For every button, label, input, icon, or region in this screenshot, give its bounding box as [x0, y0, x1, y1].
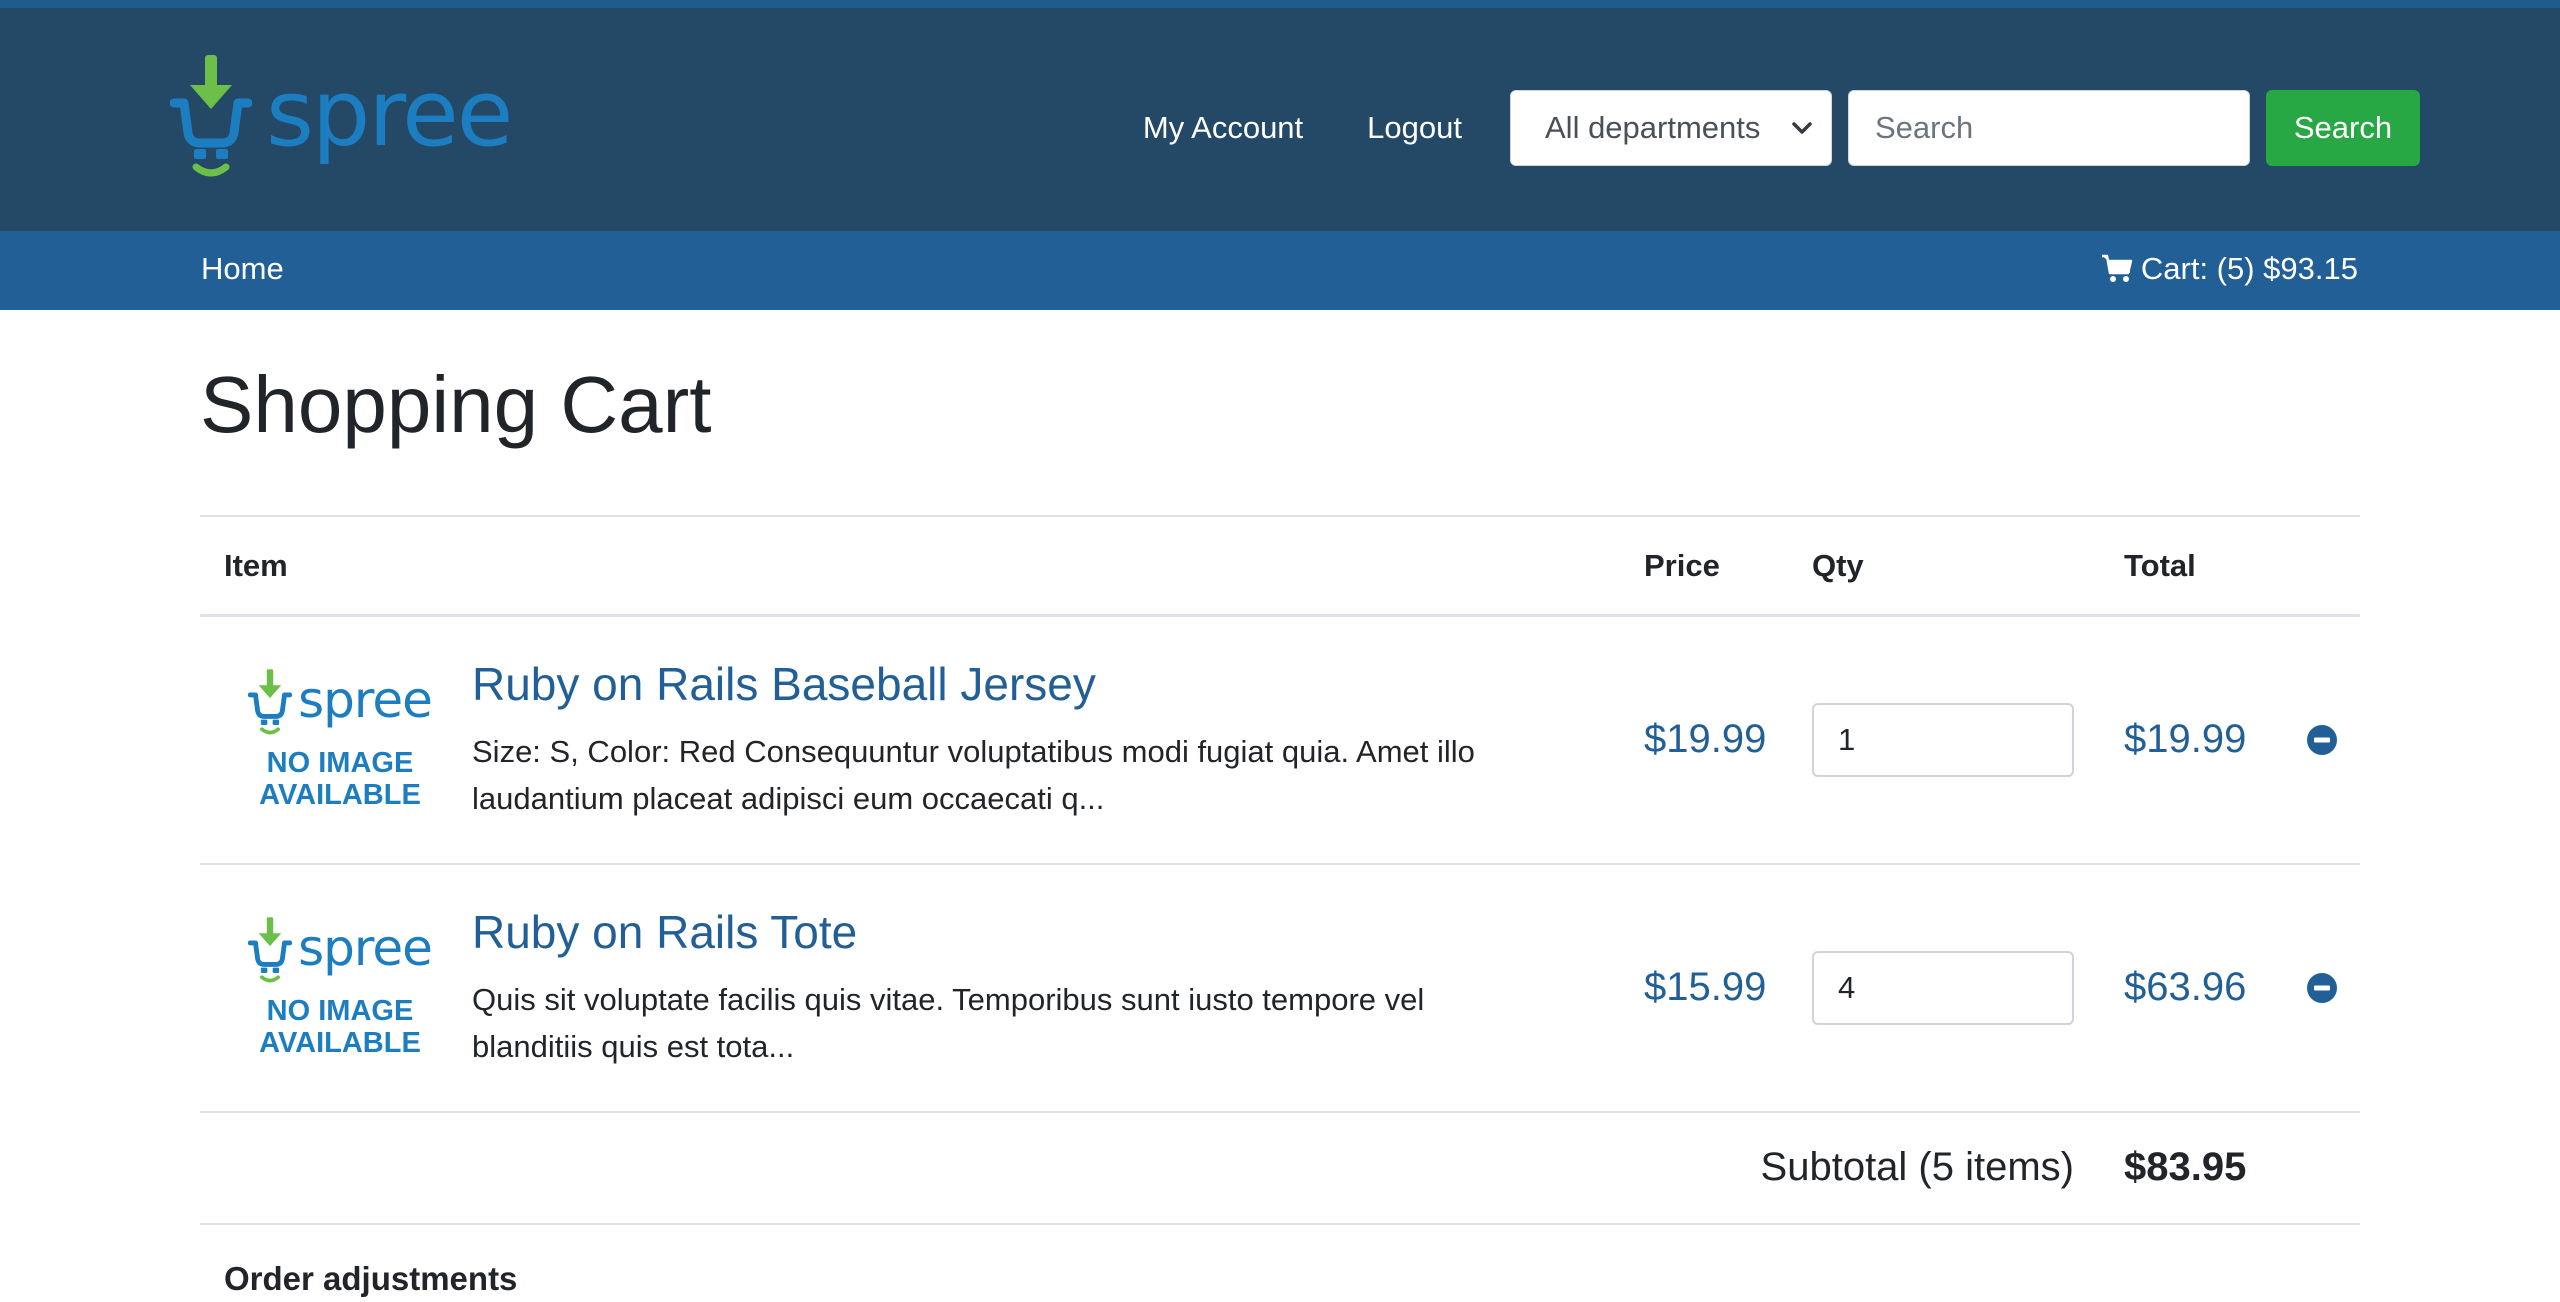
column-header-remove — [2306, 515, 2360, 617]
chevron-down-icon — [1792, 122, 1812, 134]
line-total: $63.96 — [2124, 965, 2247, 1009]
subtotal-value: $83.95 — [2124, 1111, 2306, 1225]
cart-table-header: Item Price Qty Total — [200, 515, 2360, 617]
shopping-cart-icon — [2101, 254, 2133, 282]
unit-price: $15.99 — [1644, 965, 1767, 1009]
cart-table: Item Price Qty Total spree NO IMAGE AVAI… — [200, 515, 2360, 1225]
column-header-qty: Qty — [1812, 515, 2124, 617]
product-description: Size: S, Color: Red Consequuntur volupta… — [472, 734, 1475, 816]
logout-link[interactable]: Logout — [1367, 110, 1462, 146]
spree-logo-icon — [170, 55, 252, 177]
placeholder-brand-text: spree — [298, 670, 433, 729]
product-image-placeholder[interactable]: spree NO IMAGE AVAILABLE — [228, 903, 452, 1073]
placeholder-brand-text: spree — [298, 918, 433, 977]
main-content: Shopping Cart Item Price Qty Total spree… — [200, 310, 2360, 1297]
column-header-price: Price — [1644, 515, 1812, 617]
subtotal-label: Subtotal (5 items) — [200, 1111, 2124, 1225]
remove-item-icon[interactable] — [2306, 724, 2338, 756]
department-select-value: All departments — [1545, 110, 1761, 145]
spree-placeholder-icon — [248, 669, 293, 735]
home-link[interactable]: Home — [201, 251, 284, 287]
product-name-link[interactable]: Ruby on Rails Tote — [472, 905, 1644, 959]
product-image-placeholder[interactable]: spree NO IMAGE AVAILABLE — [228, 655, 452, 825]
department-select[interactable]: All departments — [1510, 90, 1832, 166]
my-account-link[interactable]: My Account — [1143, 110, 1303, 146]
no-image-text: NO IMAGE AVAILABLE — [259, 994, 421, 1059]
spree-logo-text: spree — [266, 60, 513, 167]
sub-navigation: Home Cart: (5) $93.15 — [0, 231, 2560, 310]
page-title: Shopping Cart — [200, 360, 712, 449]
line-total: $19.99 — [2124, 717, 2247, 762]
site-header: spree My Account Logout All departments … — [0, 8, 2560, 231]
column-header-item: Item — [200, 515, 1644, 617]
quantity-input[interactable] — [1812, 702, 2074, 777]
remove-item-icon[interactable] — [2306, 972, 2338, 1004]
cart-summary: Cart: (5) $93.15 — [2140, 251, 2358, 286]
spree-logo[interactable]: spree — [170, 48, 513, 188]
quantity-input[interactable] — [1812, 950, 2074, 1025]
spree-placeholder-icon — [248, 916, 293, 982]
product-name-link[interactable]: Ruby on Rails Baseball Jersey — [472, 657, 1644, 711]
top-accent-strip — [0, 0, 2560, 8]
search-button[interactable]: Search — [2266, 90, 2420, 166]
subtotal-row: Subtotal (5 items) $83.95 — [200, 1111, 2360, 1225]
product-description: Quis sit voluptate facilis quis vitae. T… — [472, 982, 1425, 1064]
cart-line-item: spree NO IMAGE AVAILABLE Ruby on Rails T… — [200, 863, 2360, 1113]
search-input[interactable] — [1848, 90, 2250, 166]
cart-line-item: spree NO IMAGE AVAILABLE Ruby on Rails B… — [200, 615, 2360, 865]
header-nav: My Account Logout All departments Search — [1143, 90, 2420, 166]
column-header-total: Total — [2124, 515, 2306, 617]
cart-link[interactable]: Cart: (5) $93.15 — [2101, 251, 2358, 287]
unit-price: $19.99 — [1644, 717, 1767, 762]
order-adjustments-heading: Order adjustments — [224, 1260, 518, 1297]
no-image-text: NO IMAGE AVAILABLE — [259, 746, 421, 811]
